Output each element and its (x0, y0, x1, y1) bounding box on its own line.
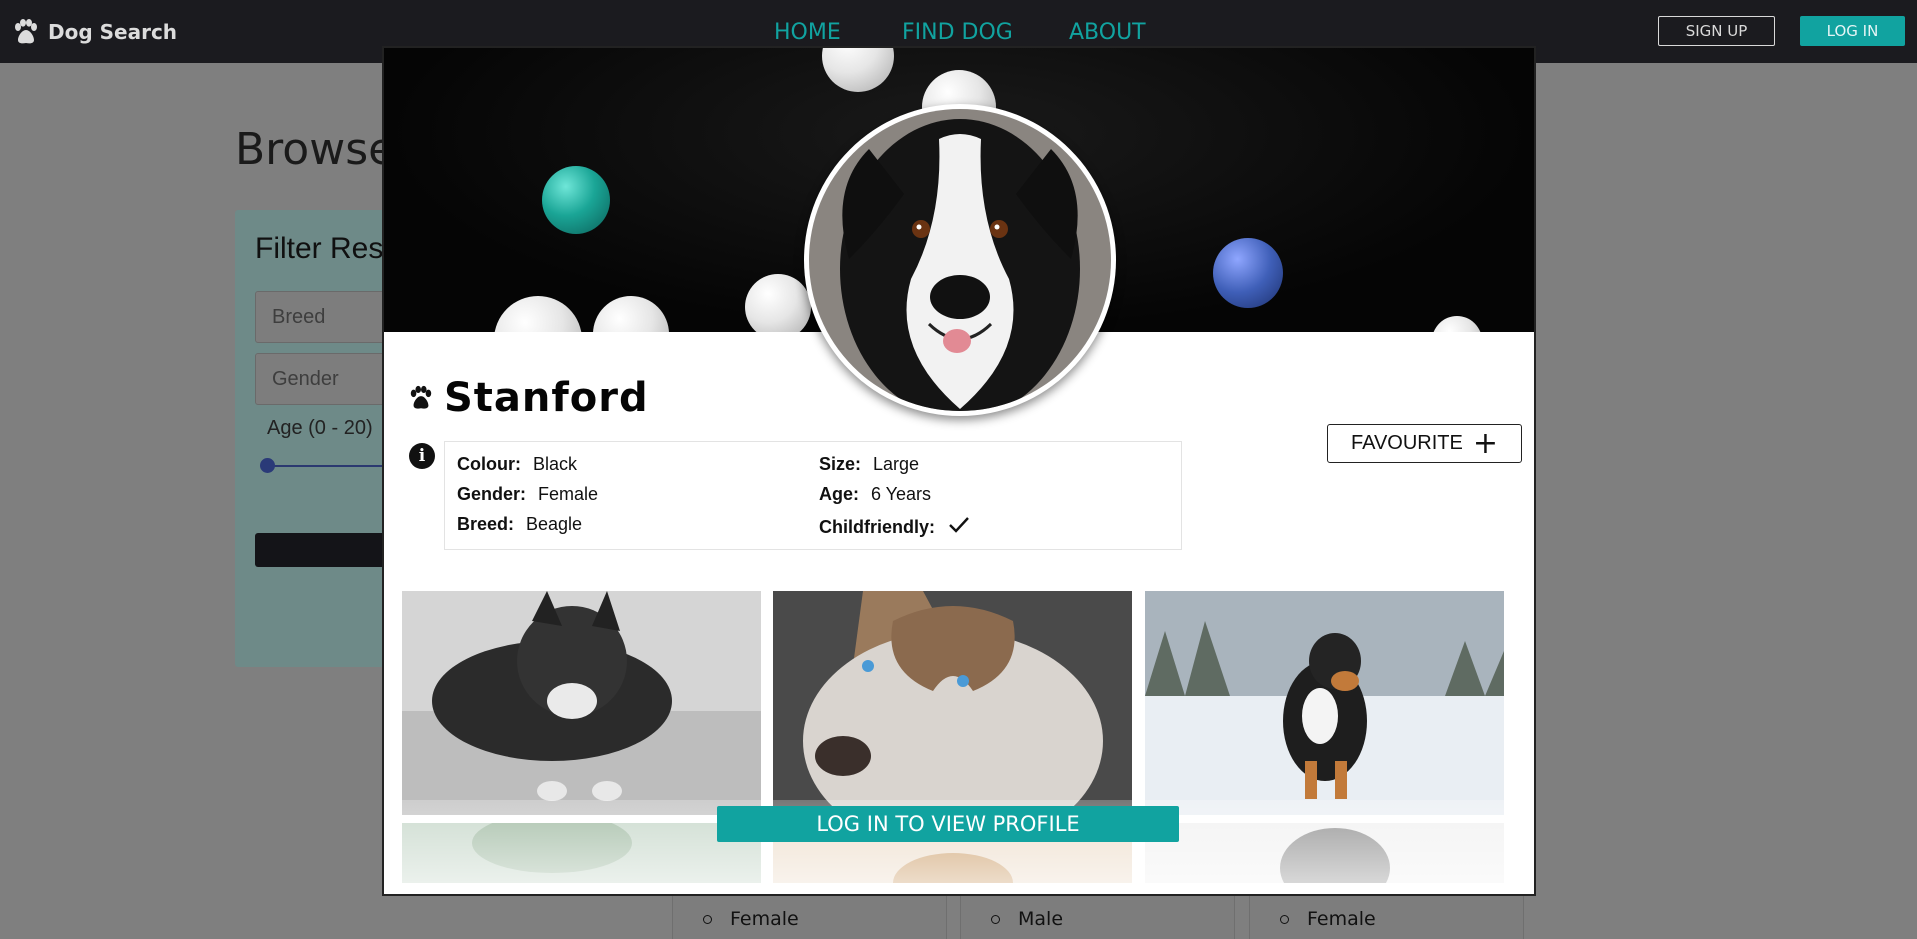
gallery-photo[interactable] (402, 823, 761, 883)
login-to-view-profile-button[interactable]: LOG IN TO VIEW PROFILE (717, 806, 1179, 842)
husky-photo (773, 591, 1132, 815)
attr-colour-label: Colour: (457, 454, 521, 474)
checkmark-icon (947, 513, 971, 542)
attr-breed: Breed: Beagle (457, 514, 582, 535)
attr-colour: Colour: Black (457, 454, 577, 475)
banner-ball (593, 296, 669, 332)
attr-size-value: Large (873, 454, 920, 474)
gallery-photo-aussie[interactable] (1145, 591, 1504, 815)
nav-link-about[interactable]: ABOUT (1069, 20, 1146, 45)
bullet-icon (703, 914, 712, 924)
pitbull-photo (402, 591, 761, 815)
banner-ball (542, 166, 610, 234)
brand-name: Dog Search (48, 20, 178, 44)
card-gender-item: Female (1280, 908, 1376, 930)
favourite-button[interactable]: FAVOURITE + (1327, 424, 1522, 463)
login-button[interactable]: LOG IN (1800, 16, 1905, 46)
banner-ball (494, 296, 582, 332)
attr-colour-value: Black (532, 454, 577, 474)
plus-icon: + (1472, 425, 1498, 461)
dog-attributes-box: Colour: Black Gender: Female Breed: Beag… (444, 441, 1182, 550)
card-gender: Male (1018, 908, 1064, 930)
gallery-photo-husky[interactable] (773, 591, 1132, 815)
gallery-photo[interactable] (1145, 823, 1504, 883)
attr-age-value: 6 Years (871, 484, 932, 504)
filter-title: Filter Res (255, 232, 384, 265)
info-icon[interactable]: i (409, 443, 435, 469)
nav-link-find-dog[interactable]: FIND DOG (902, 20, 1013, 45)
banner-ball (1213, 238, 1283, 308)
banner-ball (822, 48, 894, 92)
attr-size-label: Size: (819, 454, 862, 474)
banner-ball (1432, 316, 1482, 332)
attr-childfriendly-label: Childfriendly: (819, 517, 935, 537)
page-title: Browse (235, 124, 396, 175)
dog-face-illustration (809, 109, 1111, 411)
dog-name: Stanford (444, 375, 649, 421)
attr-gender-label: Gender: (457, 484, 527, 504)
bullet-icon (1280, 914, 1289, 924)
nav-link-home[interactable]: HOME (774, 20, 841, 45)
gallery-photo-partial (402, 823, 761, 883)
attr-breed-label: Breed: (457, 514, 515, 534)
paw-icon (15, 19, 37, 44)
aussie-photo (1145, 591, 1504, 815)
signup-button[interactable]: SIGN UP (1658, 16, 1775, 46)
paw-icon (410, 385, 432, 409)
favourite-label: FAVOURITE (1350, 432, 1463, 454)
attr-size: Size: Large (819, 454, 919, 475)
banner-ball (745, 274, 811, 332)
card-gender-item: Male (991, 908, 1063, 930)
dog-profile-modal: Stanford i Colour: Black Gender: Female … (382, 46, 1536, 896)
attr-gender-value: Female (538, 484, 599, 504)
age-range-label: Age (0 - 20) (267, 417, 373, 439)
dog-name-row: Stanford (408, 375, 649, 421)
bullet-icon (991, 914, 1000, 924)
attr-breed-value: Beagle (526, 514, 583, 534)
card-gender-item: Female (703, 908, 799, 930)
attr-childfriendly: Childfriendly: (819, 513, 971, 542)
attr-gender: Gender: Female (457, 484, 598, 505)
attr-age: Age: 6 Years (819, 484, 931, 505)
gallery-photo-pitbull[interactable] (402, 591, 761, 815)
age-slider-thumb[interactable] (260, 458, 275, 473)
attr-age-label: Age: (819, 484, 859, 504)
brand-logo[interactable]: Dog Search (12, 18, 177, 46)
gallery-photo-partial (1145, 823, 1504, 883)
card-gender: Female (730, 908, 799, 930)
dog-avatar-photo (809, 109, 1111, 411)
card-gender: Female (1307, 908, 1376, 930)
dog-avatar (804, 104, 1116, 416)
